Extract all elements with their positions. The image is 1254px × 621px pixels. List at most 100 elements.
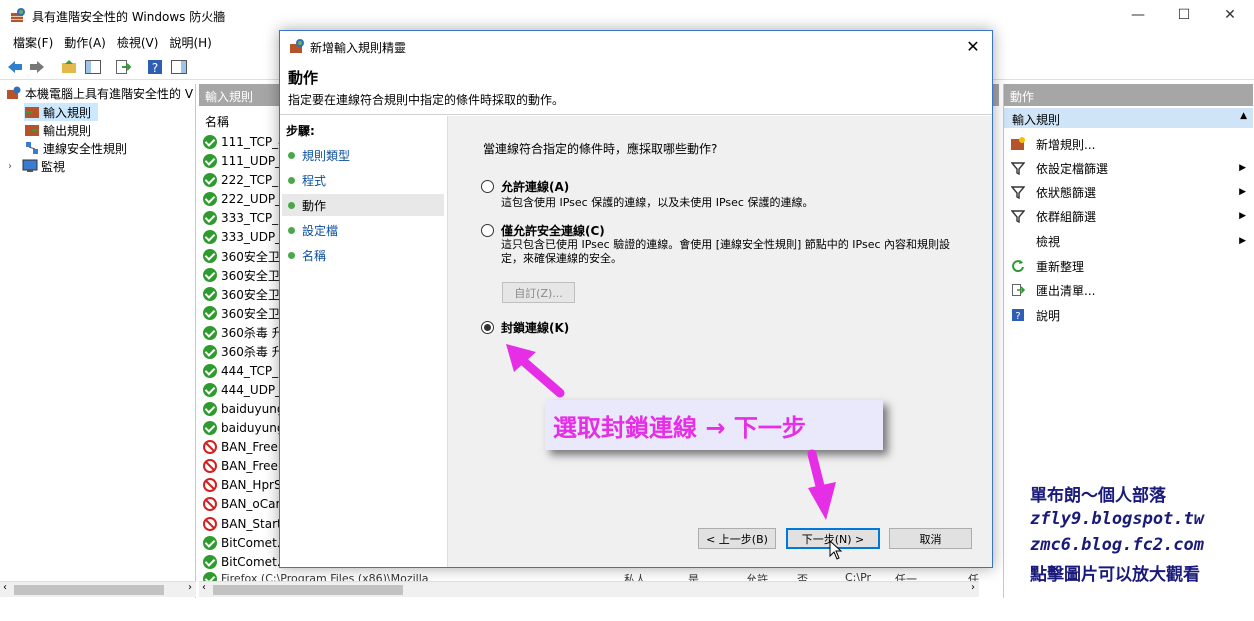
menu-file[interactable]: 檔案(F) [8, 31, 59, 51]
new-inbound-rule-wizard: 新增輸入規則精靈 ✕ 動作 指定要在連線符合規則中指定的條件時採取的動作。 步驟… [279, 30, 993, 568]
radio-block[interactable] [481, 321, 494, 334]
scroll-left-icon[interactable]: ‹ [202, 582, 206, 593]
tree-scroll-thumb[interactable] [14, 585, 164, 595]
tree-item-outbound[interactable]: 輸出規則 [24, 121, 91, 139]
column-header-name[interactable]: 名稱 [199, 110, 279, 129]
table-row[interactable]: 333_UDP_ [203, 228, 281, 247]
step-program[interactable]: 程式 [282, 169, 444, 191]
tree-item-connection-security[interactable]: 連線安全性規則 [24, 139, 127, 157]
close-window-button[interactable]: ✕ [1207, 0, 1253, 30]
enabled-check-icon [203, 325, 217, 340]
table-row[interactable]: 444_UDP_ [203, 380, 281, 399]
table-row[interactable]: 222_UDP_ [203, 189, 281, 208]
chevron-right-icon[interactable]: › [8, 161, 22, 172]
action-item[interactable]: 重新整理 [1010, 256, 1248, 276]
dialog-header: 動作 指定要在連線符合規則中指定的條件時採取的動作。 [280, 61, 992, 115]
blank-icon [1010, 233, 1026, 249]
step-dot-icon [288, 251, 295, 259]
table-row[interactable]: 360安全卫 [203, 304, 280, 323]
tree-hscrollbar[interactable]: ‹ › [0, 581, 196, 597]
svg-text:?: ? [152, 61, 158, 75]
step-profile[interactable]: 設定檔 [282, 219, 444, 241]
show-hide-tree-icon[interactable] [84, 58, 102, 76]
cancel-button[interactable]: 取消 [889, 528, 972, 549]
option-allow[interactable]: 允許連線(A) [481, 178, 569, 195]
help-icon[interactable]: ? [146, 58, 164, 76]
action-item[interactable]: ? 說明 [1010, 305, 1248, 325]
forward-arrow-icon[interactable] [28, 58, 46, 76]
export-icon [1010, 282, 1026, 298]
table-row[interactable]: 333_TCP_2 [203, 208, 286, 227]
radio-allow-secure[interactable] [481, 224, 494, 237]
tree-item-monitor[interactable]: › 監視 [8, 157, 65, 175]
maximize-button[interactable]: ☐ [1161, 0, 1207, 30]
submenu-arrow-icon: ▶ [1239, 236, 1246, 246]
tree-item-label: 連線安全性規則 [43, 141, 128, 156]
table-row[interactable]: 360安全卫 [203, 285, 280, 304]
table-row[interactable]: BAN_Startl [203, 514, 285, 533]
option-allow-secure[interactable]: 僅允許安全連線(C) [481, 222, 605, 239]
export-icon[interactable] [114, 58, 132, 76]
window-title: 具有進階安全性的 Windows 防火牆 [32, 10, 226, 24]
radio-allow[interactable] [481, 180, 494, 193]
action-item[interactable]: 依狀態篩選 ▶ [1010, 182, 1248, 202]
action-item[interactable]: 新增規則... [1010, 134, 1248, 154]
rule-name: BAN_Freer [221, 459, 283, 474]
table-row[interactable]: 360杀毒 升 [203, 323, 284, 342]
action-item[interactable]: 依設定檔篩選 ▶ [1010, 158, 1248, 178]
up-folder-icon[interactable] [60, 58, 78, 76]
step-label: 程式 [302, 173, 327, 188]
firewall-app-icon [11, 8, 25, 22]
table-row[interactable]: BAN_HprS [203, 476, 282, 495]
customize-button[interactable]: 自訂(Z)... [502, 282, 575, 303]
table-row[interactable]: 360安全卫 [203, 266, 280, 285]
table-row[interactable]: BAN_oCar [203, 495, 280, 514]
table-row[interactable]: baiduyung [203, 399, 284, 418]
option-block[interactable]: 封鎖連線(K) [481, 319, 569, 336]
list-hscrollbar[interactable]: ‹ › [199, 581, 979, 597]
console-tree: 本機電腦上具有進階安全性的 V 輸入規則 輸出規則 連線安全性規則 › 監視 [0, 84, 196, 598]
enabled-check-icon [203, 249, 217, 264]
table-row[interactable]: 222_TCP_2 [203, 170, 286, 189]
table-row[interactable]: 444_TCP_3 [203, 361, 286, 380]
blocked-icon [203, 459, 217, 474]
back-arrow-icon[interactable] [6, 58, 24, 76]
scroll-right-icon[interactable]: › [188, 582, 192, 593]
table-row[interactable]: 360安全卫 [203, 247, 280, 266]
step-rule-type[interactable]: 規則類型 [282, 144, 444, 166]
table-row[interactable]: 111_UDP_ [203, 151, 281, 170]
rule-name: baiduyung [221, 421, 285, 435]
table-row[interactable]: 360杀毒 升 [203, 342, 284, 361]
step-name[interactable]: 名稱 [282, 244, 444, 266]
action-item[interactable]: 匯出清單... [1010, 280, 1248, 300]
list-scroll-thumb[interactable] [213, 585, 403, 595]
collapse-up-icon[interactable]: ▲ [1240, 111, 1247, 121]
table-row[interactable]: BAN_Freer [203, 438, 283, 457]
table-row[interactable]: BAN_Freer [203, 457, 283, 476]
table-row[interactable]: 111_TCP_4 [203, 132, 286, 151]
actions-section-header[interactable]: 輸入規則 ▲ [1004, 108, 1253, 128]
menu-view[interactable]: 檢視(V) [112, 31, 165, 51]
annotation-callout: 選取封鎖連線 → 下一步 [545, 400, 883, 450]
table-row[interactable]: BitComet.e [203, 533, 288, 552]
minimize-button[interactable]: — [1115, 0, 1161, 30]
submenu-arrow-icon: ▶ [1239, 163, 1246, 173]
show-hide-action-pane-icon[interactable] [170, 58, 188, 76]
enabled-check-icon [203, 191, 217, 206]
table-row[interactable]: baiduyung [203, 419, 284, 438]
back-button[interactable]: < 上一步(B) [698, 528, 776, 549]
tree-item-inbound[interactable]: 輸入規則 [24, 103, 98, 121]
step-action[interactable]: 動作 [282, 194, 444, 216]
rule-name: 360安全卫 [221, 306, 280, 321]
action-item[interactable]: 依群組篩選 ▶ [1010, 206, 1248, 226]
enabled-check-icon [203, 268, 217, 283]
menu-help[interactable]: 說明(H) [164, 31, 217, 51]
submenu-arrow-icon: ▶ [1239, 211, 1246, 221]
dialog-close-button[interactable]: ✕ [960, 34, 986, 58]
enabled-check-icon [203, 306, 217, 321]
tree-root[interactable]: 本機電腦上具有進階安全性的 V [6, 84, 193, 102]
menu-action[interactable]: 動作(A) [59, 31, 112, 51]
action-item[interactable]: 檢視 ▶ [1010, 231, 1248, 251]
scroll-left-icon[interactable]: ‹ [3, 582, 7, 593]
scroll-right-icon[interactable]: › [971, 582, 975, 593]
